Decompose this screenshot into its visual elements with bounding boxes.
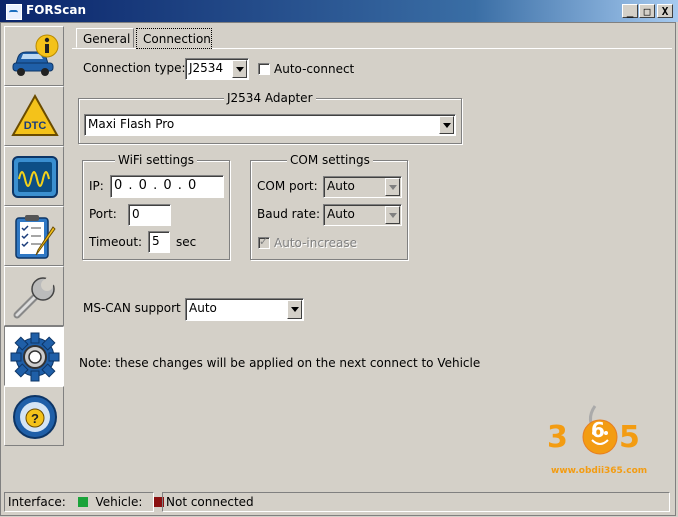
baud-rate-value: Auto bbox=[327, 207, 355, 221]
ms-can-support-label: MS-CAN support bbox=[83, 301, 181, 315]
help-icon-text: ? bbox=[31, 411, 39, 426]
com-port-select[interactable]: Auto bbox=[323, 176, 402, 198]
nav-oscilloscope-button[interactable] bbox=[4, 146, 64, 206]
auto-connect-label: Auto-connect bbox=[274, 62, 355, 76]
j2534-adapter-select[interactable]: Maxi Flash Pro bbox=[84, 114, 456, 136]
wifi-settings-group-title: WiFi settings bbox=[115, 153, 197, 167]
watermark-digit-5: 5 bbox=[619, 420, 640, 455]
baud-rate-select[interactable]: Auto bbox=[323, 204, 402, 226]
connection-type-select[interactable]: J2534 bbox=[185, 58, 249, 80]
dtc-warning-icon: DTC bbox=[11, 93, 59, 136]
interface-vehicle-status: Interface: Vehicle: bbox=[4, 492, 165, 512]
timeout-unit: sec bbox=[176, 235, 197, 249]
maximize-button[interactable]: □ bbox=[639, 4, 655, 18]
watermark-digit-6: 6 bbox=[591, 418, 605, 442]
timeout-label: Timeout: bbox=[89, 235, 143, 249]
watermark-digit-3: 3 bbox=[547, 420, 568, 455]
window-title: FORScan bbox=[26, 3, 87, 17]
minimize-button[interactable]: _ bbox=[622, 4, 638, 18]
tab-connection[interactable]: Connection bbox=[136, 28, 212, 49]
connection-status-text: Not connected bbox=[162, 492, 670, 512]
chevron-down-icon[interactable] bbox=[385, 206, 400, 224]
vehicle-label: Vehicle: bbox=[95, 495, 143, 509]
j2534-adapter-group-title: J2534 Adapter bbox=[224, 91, 316, 105]
car-info-icon bbox=[12, 34, 59, 76]
port-label: Port: bbox=[89, 207, 117, 221]
chevron-down-icon[interactable] bbox=[385, 178, 400, 196]
tab-general[interactable]: General bbox=[76, 28, 134, 48]
wrench-icon bbox=[13, 274, 57, 319]
ms-can-support-value: Auto bbox=[189, 301, 217, 315]
auto-increase-label: Auto-increase bbox=[274, 236, 357, 250]
timeout-input[interactable]: 5 bbox=[148, 231, 170, 253]
close-button[interactable]: X bbox=[657, 4, 673, 18]
watermark-url: www.obdii365.com bbox=[551, 466, 648, 476]
oscilloscope-icon bbox=[12, 156, 58, 198]
nav-help-button[interactable]: ? bbox=[4, 386, 64, 446]
nav-service-button[interactable] bbox=[4, 266, 64, 326]
gear-icon bbox=[10, 332, 60, 382]
connection-type-value: J2534 bbox=[189, 61, 224, 75]
ms-can-support-select[interactable]: Auto bbox=[185, 298, 304, 321]
help-wheel-icon: ? bbox=[13, 395, 57, 439]
interface-label: Interface: bbox=[8, 495, 66, 509]
nav-settings-button[interactable] bbox=[4, 326, 64, 386]
auto-connect-checkbox[interactable] bbox=[258, 63, 270, 75]
com-port-value: Auto bbox=[327, 179, 355, 193]
ip-label: IP: bbox=[89, 179, 104, 193]
j2534-adapter-value: Maxi Flash Pro bbox=[88, 117, 175, 131]
auto-increase-checkbox[interactable] bbox=[258, 235, 270, 249]
title-bar[interactable]: FORScan _ □ X bbox=[0, 0, 678, 22]
obdii365-watermark-logo: 3 6 5 www.obdii365.com bbox=[545, 400, 665, 480]
chevron-down-icon[interactable] bbox=[287, 300, 302, 319]
nav-tests-button[interactable] bbox=[4, 206, 64, 266]
com-settings-group-title: COM settings bbox=[287, 153, 373, 167]
port-input[interactable]: 0 bbox=[128, 204, 171, 226]
baud-rate-label: Baud rate: bbox=[257, 207, 321, 221]
chevron-down-icon[interactable] bbox=[232, 60, 247, 78]
checklist-icon bbox=[15, 215, 56, 259]
nav-dtc-button[interactable]: DTC bbox=[4, 86, 64, 146]
com-port-label: COM port: bbox=[257, 179, 318, 193]
settings-note: Note: these changes will be applied on t… bbox=[79, 356, 481, 370]
ip-input[interactable]: 0 . 0 . 0 . 0 bbox=[110, 175, 224, 198]
chevron-down-icon[interactable] bbox=[439, 116, 454, 134]
interface-status-led bbox=[77, 497, 88, 507]
dtc-icon-text: DTC bbox=[24, 120, 47, 132]
connection-type-label: Connection type: bbox=[83, 61, 186, 75]
forscan-app-icon[interactable] bbox=[6, 4, 22, 20]
nav-vehicle-info-button[interactable] bbox=[4, 26, 64, 86]
